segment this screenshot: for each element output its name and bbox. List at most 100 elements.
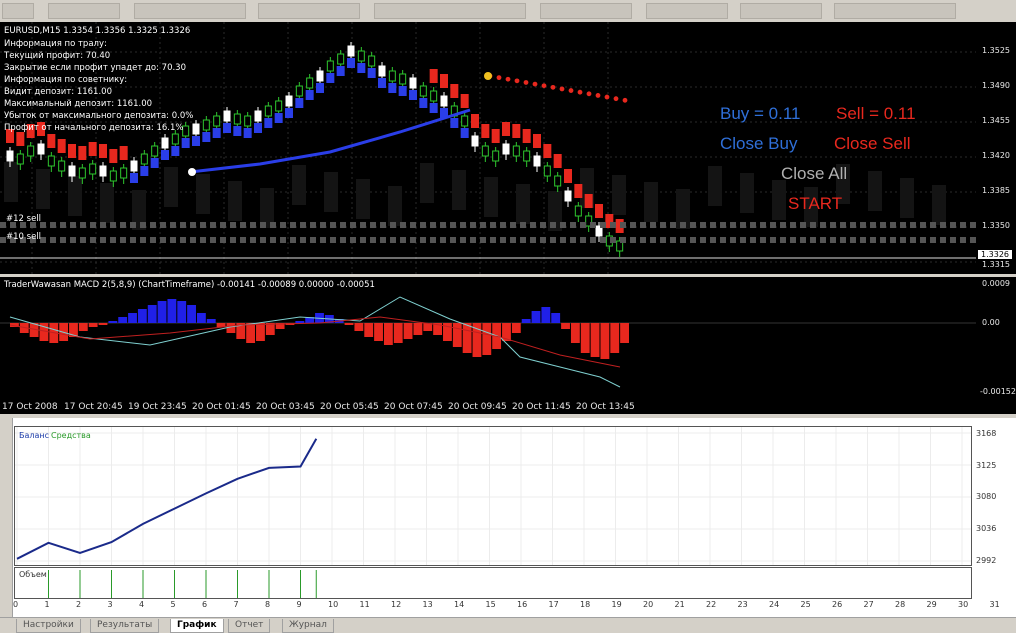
projection-dot xyxy=(559,86,565,92)
macd-bar xyxy=(511,323,521,333)
toolbar-block[interactable] xyxy=(740,3,822,19)
tab-settings[interactable]: Настройки xyxy=(16,619,81,633)
candle xyxy=(440,95,448,107)
macd-chart[interactable]: TraderWawasan MACD 2(5,8,9) (ChartTimefr… xyxy=(0,277,976,400)
macd-canvas xyxy=(0,296,976,388)
candle xyxy=(388,70,396,82)
balance-plot: Баланс Средства xyxy=(14,426,972,566)
support-block xyxy=(150,158,159,168)
close-buy-button[interactable]: Close Buy xyxy=(720,134,797,154)
buy-lot-button[interactable]: Buy = 0.11 xyxy=(720,104,801,124)
time-tick: 20 Oct 07:45 xyxy=(384,402,443,412)
support-block xyxy=(243,128,252,138)
candle xyxy=(78,167,86,179)
candle xyxy=(316,70,324,82)
current-price-badge: 1.3326 xyxy=(978,250,1012,259)
macd-bar xyxy=(403,323,413,339)
support-block xyxy=(295,98,304,108)
price-tick: 1.3490 xyxy=(982,81,1010,90)
toolbar-block[interactable] xyxy=(2,3,34,19)
macd-bar xyxy=(600,323,610,359)
start-button[interactable]: START xyxy=(788,194,842,214)
candle xyxy=(533,155,541,167)
x-tick: 11 xyxy=(359,600,370,609)
toolbar-block[interactable] xyxy=(540,3,632,19)
macd-bar xyxy=(226,323,236,333)
resistance-block xyxy=(491,129,500,143)
candle xyxy=(233,113,241,125)
candle xyxy=(47,155,55,167)
x-tick: 20 xyxy=(643,600,654,609)
toolbar-block[interactable] xyxy=(134,3,246,19)
resistance-block xyxy=(109,149,118,163)
close-all-button[interactable]: Close All xyxy=(781,164,847,184)
toolbar-block[interactable] xyxy=(834,3,956,19)
order-label: #10 sell xyxy=(6,232,42,242)
candle xyxy=(430,90,438,102)
x-tick: 3 xyxy=(107,600,113,609)
tab-report[interactable]: Отчет xyxy=(228,619,271,633)
info-line: Профит от начального депозита: 16.1% xyxy=(4,123,184,133)
macd-bar xyxy=(108,321,118,323)
x-tick: 30 xyxy=(958,600,969,609)
candle xyxy=(16,153,24,165)
price-tick: 1.3455 xyxy=(982,116,1010,125)
x-tick: 6 xyxy=(202,600,208,609)
support-block xyxy=(460,128,469,138)
resistance-block xyxy=(564,169,572,183)
tab-graph[interactable]: График xyxy=(170,619,224,633)
resistance-block xyxy=(440,74,448,88)
resistance-block xyxy=(553,154,562,168)
price-tick: 1.3525 xyxy=(982,46,1010,55)
sell-lot-button[interactable]: Sell = 0.11 xyxy=(836,104,916,124)
tab-results[interactable]: Результаты xyxy=(90,619,160,633)
candle xyxy=(89,163,97,175)
macd-bar xyxy=(541,307,551,323)
resistance-block xyxy=(574,184,583,198)
toolbar-block[interactable] xyxy=(258,3,360,19)
candle xyxy=(419,85,427,97)
toolbar-block[interactable] xyxy=(646,3,728,19)
x-tick: 9 xyxy=(296,600,302,609)
volume-label: Объем xyxy=(19,570,47,579)
projection-dot xyxy=(586,91,592,97)
balance-line xyxy=(16,438,318,560)
signal-dot xyxy=(484,72,492,80)
x-tick: 24 xyxy=(769,600,780,609)
candle xyxy=(192,123,200,135)
close-sell-button[interactable]: Close Sell xyxy=(834,134,911,154)
time-tick: 20 Oct 05:45 xyxy=(320,402,379,412)
resistance-block xyxy=(512,124,521,138)
macd-bar xyxy=(344,323,354,325)
resistance-block xyxy=(584,194,593,208)
support-block xyxy=(285,108,293,118)
candle xyxy=(275,100,283,112)
tab-journal[interactable]: Журнал xyxy=(282,619,334,633)
macd-bar xyxy=(295,321,305,323)
candle xyxy=(409,77,417,89)
candle xyxy=(574,205,582,217)
resistance-block xyxy=(450,84,459,98)
resistance-block xyxy=(460,94,469,108)
candle xyxy=(326,60,334,72)
macd-header: TraderWawasan MACD 2(5,8,9) (ChartTimefr… xyxy=(4,280,375,290)
price-tick: 1.3420 xyxy=(982,151,1010,160)
price-chart[interactable]: EURUSD,M15 1.3354 1.3356 1.3325 1.3326 И… xyxy=(0,22,976,274)
info-line: Текущий профит: 70.40 xyxy=(4,51,111,61)
x-tick: 31 xyxy=(989,600,1000,609)
candle xyxy=(171,133,179,145)
balance-y-tick: 3036 xyxy=(976,524,997,533)
macd-bar xyxy=(482,323,492,355)
resistance-block xyxy=(57,139,66,153)
macd-bar xyxy=(177,301,187,323)
candle xyxy=(564,190,572,202)
candle xyxy=(161,137,169,149)
toolbar-block[interactable] xyxy=(374,3,526,19)
projection-dot xyxy=(505,76,511,82)
candle xyxy=(471,135,479,147)
projection-dot xyxy=(577,89,583,95)
toolbar-block[interactable] xyxy=(48,3,120,19)
resistance-block xyxy=(47,134,56,148)
resistance-block xyxy=(119,146,128,160)
macd-bar xyxy=(246,323,256,343)
